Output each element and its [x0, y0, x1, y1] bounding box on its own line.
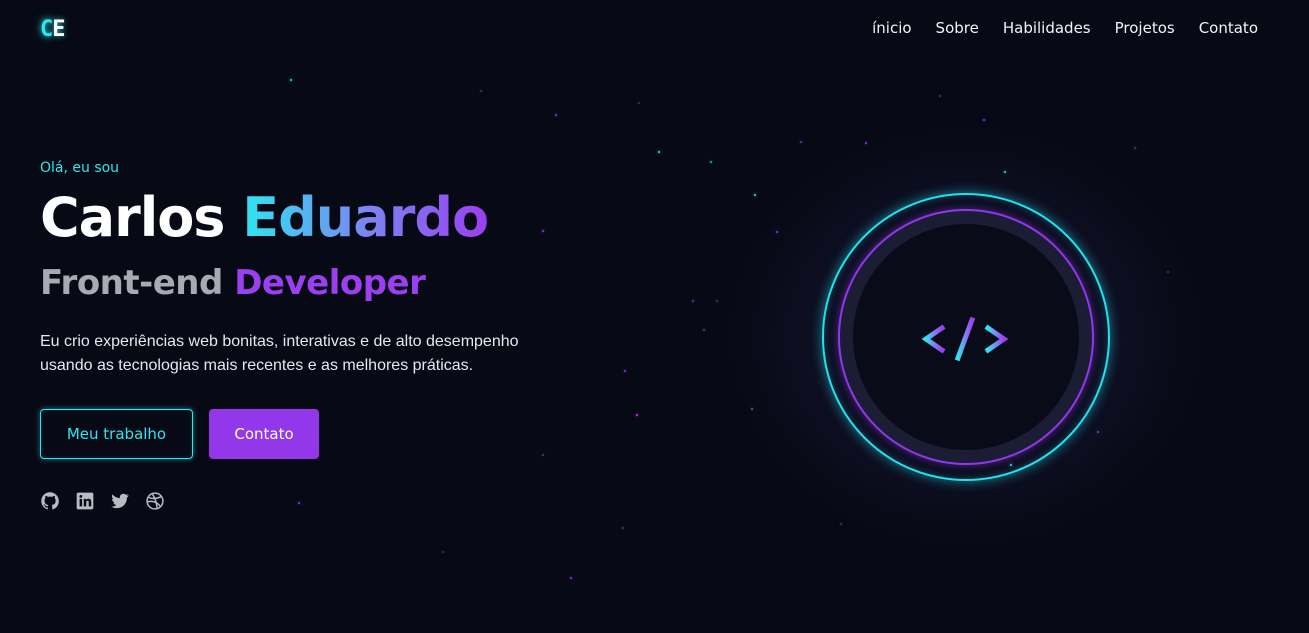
particle-dot	[776, 231, 778, 233]
nav-item-inicio[interactable]: ínicio	[872, 19, 911, 37]
main-nav: ínicio Sobre Habilidades Projetos Contat…	[872, 19, 1258, 37]
particle-dot	[298, 502, 300, 504]
particle-dot	[751, 408, 753, 410]
particle-dot	[1134, 147, 1136, 149]
logo-letter-e: E	[52, 17, 65, 42]
first-name: Carlos	[40, 186, 225, 249]
particle-dot	[1097, 431, 1099, 433]
particle-dot	[716, 300, 718, 302]
social-links	[40, 491, 165, 511]
dribbble-icon[interactable]	[145, 491, 165, 511]
particle-dot	[636, 414, 638, 416]
particle-dot	[710, 161, 712, 163]
nav-item-contato[interactable]: Contato	[1199, 19, 1258, 37]
portfolio-page: CE ínicio Sobre Habilidades Projetos Con…	[0, 0, 1309, 633]
particle-dot	[840, 523, 842, 525]
nav-item-projetos[interactable]: Projetos	[1115, 19, 1175, 37]
contact-button[interactable]: Contato	[209, 409, 319, 459]
particle-dot	[542, 230, 544, 232]
greeting-text: Olá, eu sou	[40, 160, 120, 176]
particle-dot	[800, 141, 802, 143]
role-prefix: Front-end	[40, 263, 223, 303]
hero-role: Front-end Developer	[40, 263, 426, 303]
logo[interactable]: CE	[40, 17, 66, 42]
particle-dot	[555, 114, 557, 116]
particle-dot	[865, 142, 867, 144]
hero-description: Eu crio experiências web bonitas, intera…	[40, 333, 519, 374]
hero-name: Carlos Eduardo	[40, 183, 489, 253]
nav-item-sobre[interactable]: Sobre	[936, 19, 979, 37]
particle-dot	[624, 370, 626, 372]
particle-dot	[1167, 271, 1169, 273]
particle-dot	[754, 194, 756, 196]
particle-dot	[570, 577, 572, 579]
particle-dot	[983, 119, 985, 121]
nav-item-habilidades[interactable]: Habilidades	[1003, 19, 1091, 37]
linkedin-icon[interactable]	[75, 491, 95, 511]
role-highlight: Developer	[234, 263, 426, 303]
particle-dot	[939, 95, 941, 97]
particle-dot	[638, 102, 640, 104]
particle-dot	[290, 79, 292, 81]
particle-dot	[622, 527, 624, 529]
twitter-icon[interactable]	[110, 491, 130, 511]
particle-dot	[703, 329, 705, 331]
last-name: Eduardo	[242, 186, 489, 249]
logo-letter-c: C	[40, 17, 53, 42]
particle-dot	[542, 454, 544, 456]
github-icon[interactable]	[40, 491, 60, 511]
particle-dot	[658, 151, 660, 153]
particle-dot	[1004, 171, 1006, 173]
particle-dot	[442, 551, 444, 553]
particle-dot	[480, 90, 482, 92]
code-icon	[921, 316, 1009, 362]
particle-dot	[692, 300, 694, 302]
my-work-button[interactable]: Meu trabalho	[40, 409, 193, 459]
